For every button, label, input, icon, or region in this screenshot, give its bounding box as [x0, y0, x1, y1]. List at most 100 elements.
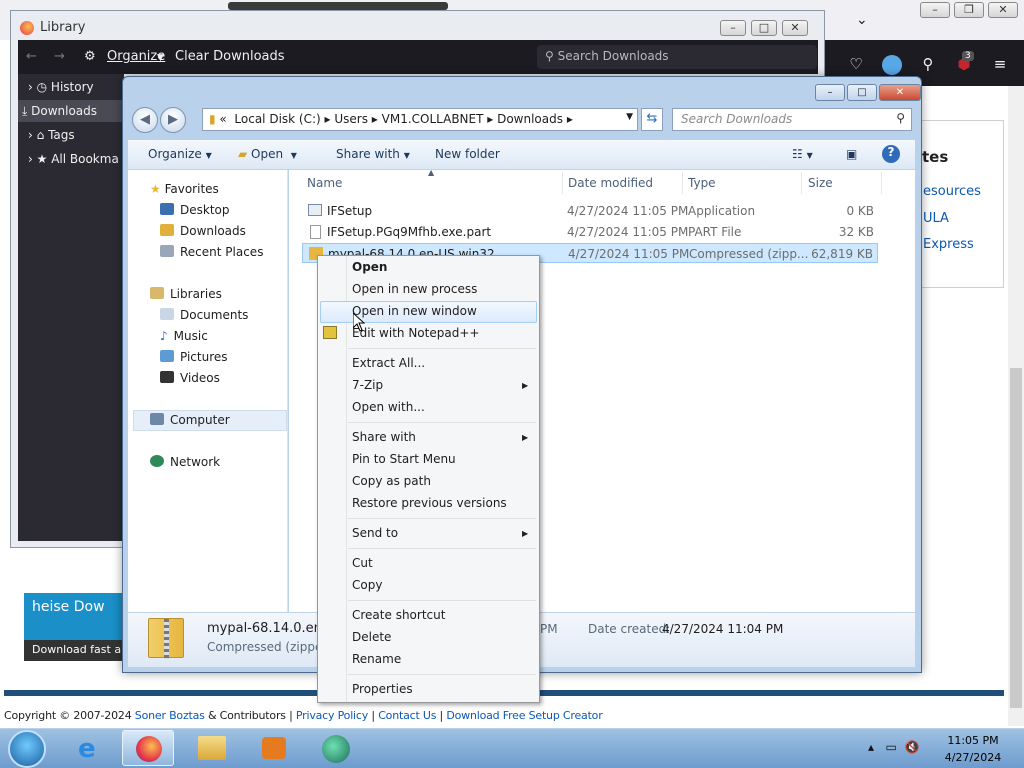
- network-tray-icon[interactable]: ▭: [885, 740, 896, 754]
- maximize-button[interactable]: □: [751, 20, 777, 36]
- menu-item-rename[interactable]: Rename: [352, 652, 401, 666]
- breadcrumb-downloads[interactable]: Downloads: [497, 112, 563, 126]
- menu-item-open-new-process[interactable]: Open in new process: [352, 282, 477, 296]
- close-button[interactable]: ✕: [879, 84, 921, 101]
- library-search-input[interactable]: ⚲ Search Downloads: [537, 45, 817, 69]
- refresh-icon[interactable]: ⇆: [641, 108, 663, 131]
- menu-item-copy-as-path[interactable]: Copy as path: [352, 474, 431, 488]
- column-separator[interactable]: [881, 172, 882, 194]
- help-icon[interactable]: ?: [882, 145, 900, 163]
- start-button[interactable]: [8, 730, 46, 768]
- browser-tab[interactable]: [228, 2, 448, 10]
- sidebar-item-bookmarks[interactable]: › ★ All Bookma: [28, 152, 119, 166]
- breadcrumb-users[interactable]: Users: [334, 112, 368, 126]
- nav-computer[interactable]: Computer: [150, 413, 230, 427]
- close-button[interactable]: ✕: [988, 2, 1018, 18]
- nav-network[interactable]: Network: [150, 455, 220, 469]
- nav-music[interactable]: ♪ Music: [160, 329, 208, 343]
- sidebar-item-tags[interactable]: › ⌂ Tags: [28, 128, 75, 142]
- address-bar[interactable]: ▮ « Local Disk (C:) ▸ Users ▸ VM1.COLLAB…: [202, 108, 638, 131]
- chevron-down-icon[interactable]: ▼: [626, 112, 633, 122]
- breadcrumb-local-disk[interactable]: Local Disk (C:): [234, 112, 320, 126]
- nav-favorites[interactable]: ★ Favorites: [150, 182, 219, 196]
- menu-item-send-to[interactable]: Send to: [352, 526, 398, 540]
- nav-downloads[interactable]: Downloads: [160, 224, 246, 238]
- account-icon[interactable]: [882, 55, 902, 75]
- menu-item-7zip[interactable]: 7-Zip: [352, 378, 383, 392]
- close-button[interactable]: ✕: [782, 20, 808, 36]
- nav-pictures[interactable]: Pictures: [160, 350, 228, 364]
- nav-documents[interactable]: Documents: [160, 308, 248, 322]
- column-separator[interactable]: [562, 172, 563, 194]
- nav-libraries[interactable]: Libraries: [150, 287, 222, 301]
- column-separator[interactable]: [682, 172, 683, 194]
- minimize-button[interactable]: –: [815, 84, 845, 101]
- menu-item-edit-notepad[interactable]: Edit with Notepad++: [352, 326, 479, 340]
- taskbar-internet-explorer[interactable]: e: [66, 730, 118, 766]
- nav-recent-places[interactable]: Recent Places: [160, 245, 263, 259]
- column-separator[interactable]: [801, 172, 802, 194]
- share-with-button[interactable]: Share with ▼: [336, 147, 410, 161]
- sidebar-item-downloads[interactable]: ⤓ Downloads: [22, 104, 97, 119]
- maximize-button[interactable]: □: [847, 84, 877, 101]
- back-icon[interactable]: ←: [26, 49, 37, 64]
- back-button[interactable]: ◀: [132, 107, 158, 133]
- taskbar-firefox[interactable]: [122, 730, 174, 766]
- table-row[interactable]: IFSetup 4/27/2024 11:05 PM Application 0…: [302, 201, 878, 221]
- column-header-size[interactable]: Size: [808, 176, 833, 190]
- author-link[interactable]: Soner Boztas: [135, 709, 205, 722]
- menu-item-create-shortcut[interactable]: Create shortcut: [352, 608, 445, 622]
- chevron-down-icon[interactable]: ⌄: [856, 12, 868, 28]
- breadcrumb-user[interactable]: VM1.COLLABNET: [382, 112, 484, 126]
- taskbar-explorer[interactable]: [186, 730, 238, 766]
- menu-item-extract-all[interactable]: Extract All...: [352, 356, 425, 370]
- preview-pane-icon[interactable]: ▣: [846, 147, 857, 161]
- organize-button[interactable]: Organize ▼: [148, 147, 212, 161]
- menu-item-pin-start[interactable]: Pin to Start Menu: [352, 452, 456, 466]
- menu-item-open-new-window[interactable]: Open in new window: [352, 304, 477, 318]
- minimize-button[interactable]: –: [720, 20, 746, 36]
- explorer-search-input[interactable]: Search Downloads ⚲: [672, 108, 912, 131]
- clock-time[interactable]: 11:05 PM: [947, 734, 999, 747]
- volume-muted-icon[interactable]: 🔇: [904, 740, 919, 754]
- page-link-resources[interactable]: esources: [923, 184, 981, 199]
- menu-item-cut[interactable]: Cut: [352, 556, 373, 570]
- nav-videos[interactable]: Videos: [160, 371, 220, 385]
- menu-item-open-with[interactable]: Open with...: [352, 400, 425, 414]
- breadcrumb-overflow[interactable]: «: [219, 112, 226, 126]
- column-header-name[interactable]: Name: [307, 176, 342, 190]
- extensions-icon[interactable]: ⚲: [918, 55, 938, 73]
- pocket-icon[interactable]: ♡: [846, 55, 866, 73]
- sidebar-item-history[interactable]: › ◷ History: [28, 80, 94, 94]
- column-header-type[interactable]: Type: [688, 176, 716, 190]
- contact-link[interactable]: Contact Us: [378, 709, 436, 722]
- view-options-icon[interactable]: ☷ ▼: [792, 147, 813, 161]
- privacy-link[interactable]: Privacy Policy: [296, 709, 368, 722]
- menu-item-open[interactable]: Open: [352, 260, 387, 274]
- taskbar-media-player[interactable]: [248, 730, 300, 766]
- menu-item-copy[interactable]: Copy: [352, 578, 382, 592]
- download-creator-link[interactable]: Download Free Setup Creator: [446, 709, 602, 722]
- open-button[interactable]: ▰ Open ▼: [238, 147, 297, 161]
- gear-icon[interactable]: ⚙: [84, 49, 96, 64]
- page-link-eula[interactable]: ULA: [923, 211, 949, 226]
- minimize-button[interactable]: –: [920, 2, 950, 18]
- forward-icon[interactable]: →: [54, 49, 65, 64]
- forward-button[interactable]: ▶: [160, 107, 186, 133]
- menu-item-properties[interactable]: Properties: [352, 682, 413, 696]
- table-row[interactable]: IFSetup.PGq9Mfhb.exe.part 4/27/2024 11:0…: [302, 222, 878, 242]
- menu-item-restore-versions[interactable]: Restore previous versions: [352, 496, 507, 510]
- menu-item-delete[interactable]: Delete: [352, 630, 391, 644]
- taskbar-mypal[interactable]: [310, 730, 362, 766]
- column-header-date[interactable]: Date modified: [568, 176, 653, 190]
- show-hidden-icons-icon[interactable]: ▴: [868, 740, 874, 754]
- restore-button[interactable]: ❐: [954, 2, 984, 18]
- clear-downloads-button[interactable]: Clear Downloads: [175, 49, 285, 64]
- new-folder-button[interactable]: New folder: [435, 147, 500, 161]
- nav-desktop[interactable]: Desktop: [160, 203, 230, 217]
- hamburger-menu-icon[interactable]: ≡: [990, 55, 1010, 73]
- clock-date[interactable]: 4/27/2024: [943, 751, 1003, 764]
- page-link-express[interactable]: Express: [923, 237, 974, 252]
- scrollbar-thumb[interactable]: [1010, 368, 1022, 708]
- menu-item-share-with[interactable]: Share with: [352, 430, 416, 444]
